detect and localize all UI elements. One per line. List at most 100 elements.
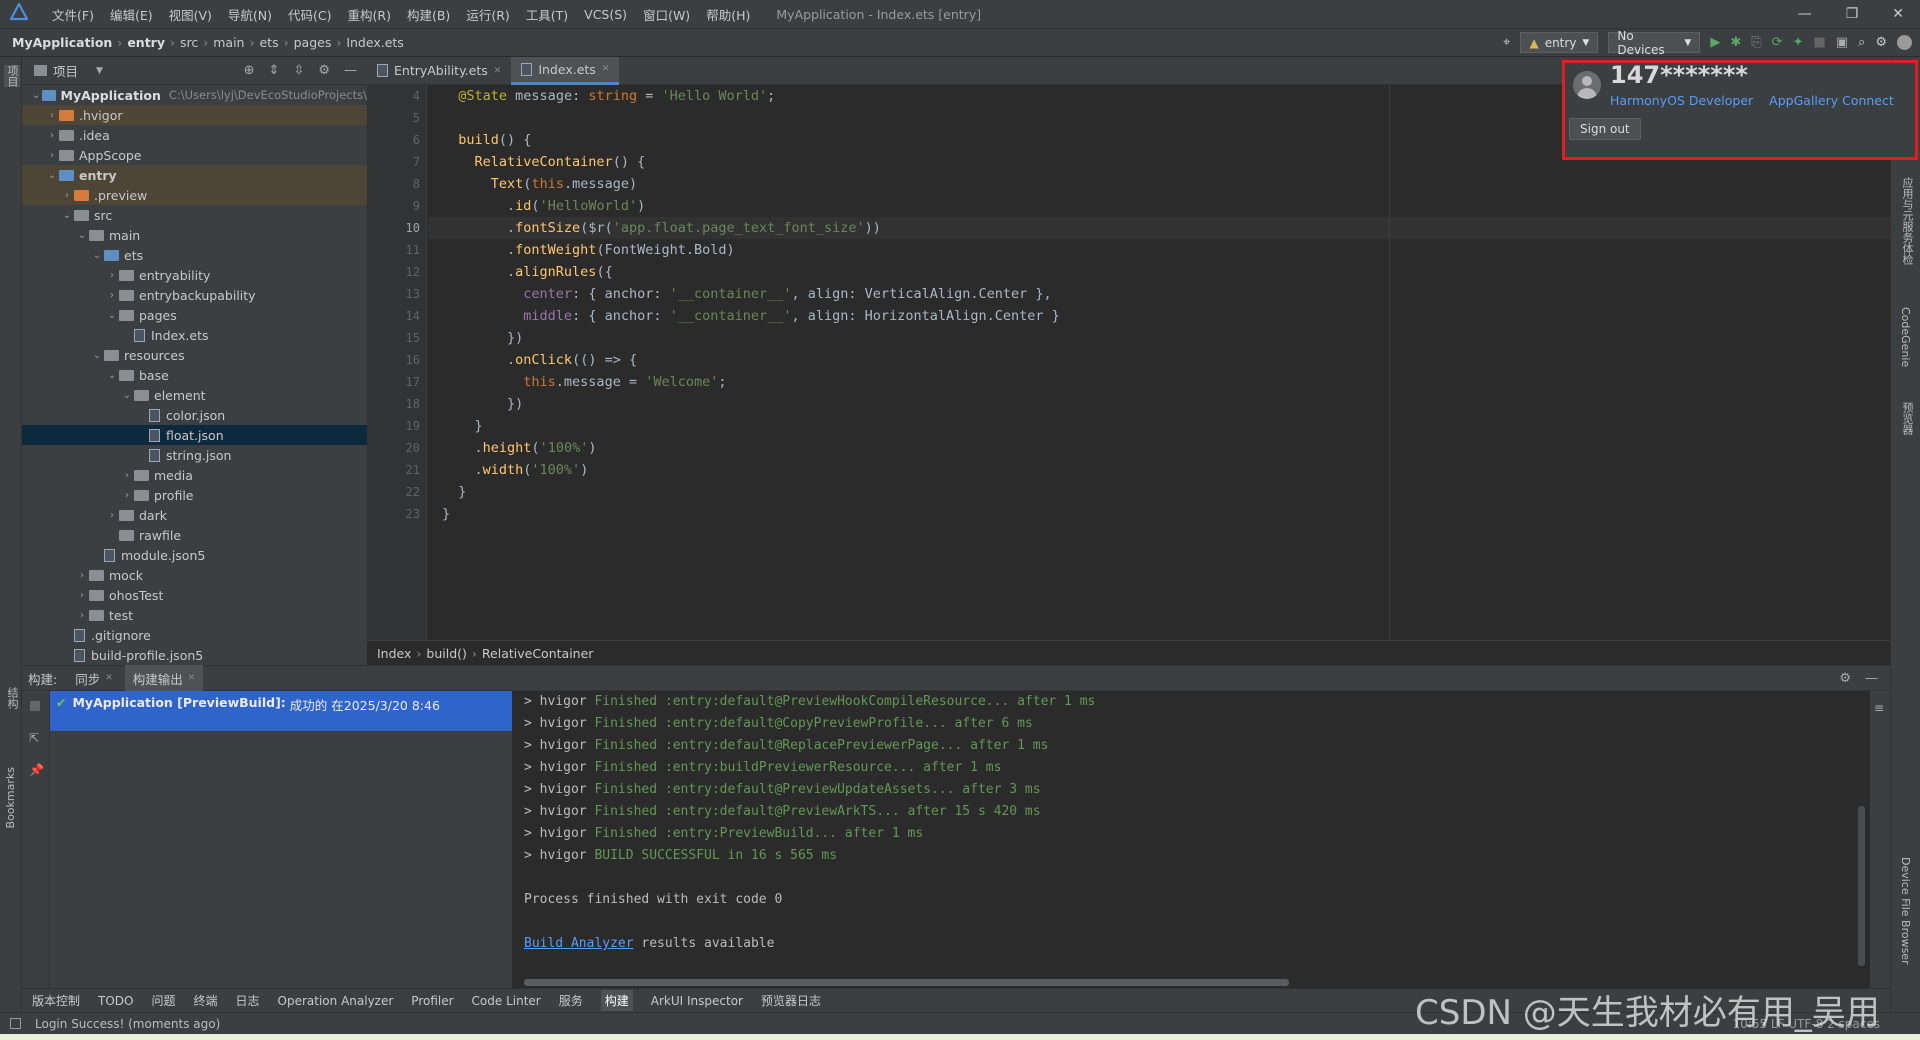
chevron-right-icon[interactable]: › xyxy=(45,150,59,161)
code-line[interactable]: .id('HelloWorld') xyxy=(442,195,1822,217)
collapse-all-icon[interactable]: ⇳ xyxy=(293,63,304,78)
build-analyzer-link[interactable]: Build Analyzer xyxy=(524,936,634,951)
tree-item[interactable]: › .hvigor xyxy=(22,105,367,125)
menu-item[interactable]: 重构(R) xyxy=(340,5,399,24)
code-line[interactable]: } xyxy=(442,481,1822,503)
device-file-browser-tool-button[interactable]: Device File Browser xyxy=(1899,857,1912,965)
breadcrumb-item[interactable]: Index xyxy=(377,646,411,661)
breadcrumb-item[interactable]: build() xyxy=(426,646,467,661)
minimize-icon[interactable]: — xyxy=(1798,6,1812,22)
codegenie-tool-button[interactable]: CodeGenie xyxy=(1899,307,1912,367)
tree-item[interactable]: ⌄ base xyxy=(22,365,367,385)
run-icon[interactable]: ▶ xyxy=(1710,35,1720,50)
menu-item[interactable]: 窗口(W) xyxy=(635,5,698,24)
breadcrumb-item[interactable]: entry xyxy=(127,35,165,50)
hide-icon[interactable]: — xyxy=(344,63,357,78)
tool-window-button[interactable]: 服务 xyxy=(559,992,583,1009)
close-icon[interactable]: ✕ xyxy=(494,66,502,76)
open-external-icon[interactable]: ⇱ xyxy=(29,731,39,745)
tree-item[interactable]: › media xyxy=(22,465,367,485)
tree-item[interactable]: › entrybackupability xyxy=(22,285,367,305)
tool-window-button[interactable]: 日志 xyxy=(236,992,260,1009)
code-line[interactable]: Text(this.message) xyxy=(442,173,1822,195)
code-line[interactable]: .fontWeight(FontWeight.Bold) xyxy=(442,239,1822,261)
run-config-select[interactable]: ▲ entry ▼ xyxy=(1520,32,1599,53)
app-logo-icon[interactable] xyxy=(9,1,32,25)
code-line[interactable]: .height('100%') xyxy=(442,437,1822,459)
tool-window-button[interactable]: 问题 xyxy=(151,992,175,1009)
code-line[interactable]: .fontSize($r('app.float.page_text_font_s… xyxy=(442,217,1822,239)
bookmarks-tool-button[interactable]: Bookmarks xyxy=(4,767,17,828)
code-line[interactable]: .alignRules({ xyxy=(442,261,1822,283)
tree-item[interactable]: ⌄ entry xyxy=(22,165,367,185)
chevron-down-icon[interactable]: ⌄ xyxy=(90,350,104,361)
tool-window-button[interactable]: 版本控制 xyxy=(32,992,80,1009)
close-icon[interactable]: ✕ xyxy=(1892,6,1904,22)
chevron-down-icon[interactable]: ⌄ xyxy=(90,250,104,261)
tree-item[interactable]: ⌄ element xyxy=(22,385,367,405)
tree-item[interactable]: › mock xyxy=(22,565,367,585)
tab-index-ets[interactable]: Index.ets ✕ xyxy=(511,56,620,85)
stop-icon[interactable]: ■ xyxy=(1813,35,1825,50)
tree-item[interactable]: ⌄ ets xyxy=(22,245,367,265)
tool-window-button[interactable]: Operation Analyzer xyxy=(278,994,394,1008)
code-line[interactable]: }) xyxy=(442,327,1822,349)
tool-window-button[interactable]: Code Linter xyxy=(472,994,541,1008)
tree-root[interactable]: ⌄ MyApplication C:\Users\lyj\DevEcoStudi… xyxy=(22,85,367,105)
tree-item[interactable]: › AppScope xyxy=(22,145,367,165)
code-line[interactable]: this.message = 'Welcome'; xyxy=(442,371,1822,393)
tree-item[interactable]: › ohosTest xyxy=(22,585,367,605)
stop-icon[interactable] xyxy=(30,701,40,711)
harmonyos-developer-link[interactable]: HarmonyOS Developer xyxy=(1610,93,1753,108)
chevron-down-icon[interactable]: ⌄ xyxy=(105,310,119,321)
sign-out-button[interactable]: Sign out xyxy=(1569,118,1641,140)
code-line[interactable]: .onClick(() => { xyxy=(442,349,1822,371)
code-line[interactable]: .width('100%') xyxy=(442,459,1822,481)
breadcrumb-item[interactable]: MyApplication xyxy=(12,35,112,50)
tree-item[interactable]: › dark xyxy=(22,505,367,525)
chevron-right-icon[interactable]: › xyxy=(75,590,89,601)
tree-item[interactable]: ⌄ pages xyxy=(22,305,367,325)
debug-icon[interactable]: ✱ xyxy=(1730,35,1741,50)
menu-item[interactable]: 代码(C) xyxy=(280,5,339,24)
tool-window-button[interactable]: Profiler xyxy=(411,994,453,1008)
breadcrumb-item[interactable]: pages xyxy=(294,35,332,50)
chevron-right-icon[interactable]: › xyxy=(105,510,119,521)
code-line[interactable]: } xyxy=(442,415,1822,437)
horizontal-scrollbar[interactable] xyxy=(524,979,1289,986)
menu-item[interactable]: 构建(B) xyxy=(399,5,458,24)
code-editor[interactable]: 4 5 6 7 8 9 10 11 12 13 14 15 16 17 18 19 20 21 22 23 @Stat… xyxy=(367,85,1890,640)
soft-wrap-icon[interactable]: ≡ xyxy=(1874,701,1884,715)
menu-item[interactable]: 导航(N) xyxy=(220,5,280,24)
folder-icon[interactable]: ▣ xyxy=(1836,35,1848,50)
project-tool-button[interactable]: 项目 xyxy=(4,65,20,87)
tool-window-button[interactable]: 预览器日志 xyxy=(761,992,821,1009)
hide-icon[interactable]: — xyxy=(1865,671,1878,686)
tab-entryability-ets[interactable]: EntryAbility.ets ✕ xyxy=(367,57,511,85)
breadcrumb-item[interactable]: Index.ets xyxy=(346,35,404,50)
chevron-down-icon[interactable]: ⌄ xyxy=(120,390,134,401)
chevron-right-icon[interactable]: › xyxy=(105,270,119,281)
menu-item[interactable]: 文件(F) xyxy=(44,5,102,24)
chevron-right-icon[interactable]: › xyxy=(105,290,119,301)
menu-item[interactable]: 帮助(H) xyxy=(698,5,758,24)
gear-icon[interactable]: ⚙ xyxy=(1875,35,1887,50)
tree-item[interactable]: › profile xyxy=(22,485,367,505)
tree-item[interactable]: .gitignore xyxy=(22,625,367,645)
avatar-icon[interactable] xyxy=(1897,35,1912,50)
tree-item[interactable]: › test xyxy=(22,605,367,625)
chevron-right-icon[interactable]: › xyxy=(120,490,134,501)
close-icon[interactable]: ✕ xyxy=(602,64,610,74)
tree-item[interactable]: rawfile xyxy=(22,525,367,545)
previewer-tool-button[interactable]: 预览器 xyxy=(1899,402,1915,435)
tool-window-button[interactable]: TODO xyxy=(98,994,133,1008)
status-toggle-icon[interactable] xyxy=(10,1018,21,1029)
tab-build-output[interactable]: 构建输出 ✕ xyxy=(124,665,204,691)
tree-item[interactable]: float.json xyxy=(22,425,367,445)
tab-sync[interactable]: 同步 ✕ xyxy=(67,665,121,691)
build-result-item[interactable]: ✔ MyApplication [PreviewBuild]: 成功的 在202… xyxy=(50,691,512,731)
menu-item[interactable]: 工具(T) xyxy=(518,5,576,24)
tree-item[interactable]: build-profile.json5 xyxy=(22,645,367,665)
tool-window-button[interactable]: 构建 xyxy=(600,990,633,1011)
profile-icon[interactable]: ✦ xyxy=(1793,35,1804,50)
